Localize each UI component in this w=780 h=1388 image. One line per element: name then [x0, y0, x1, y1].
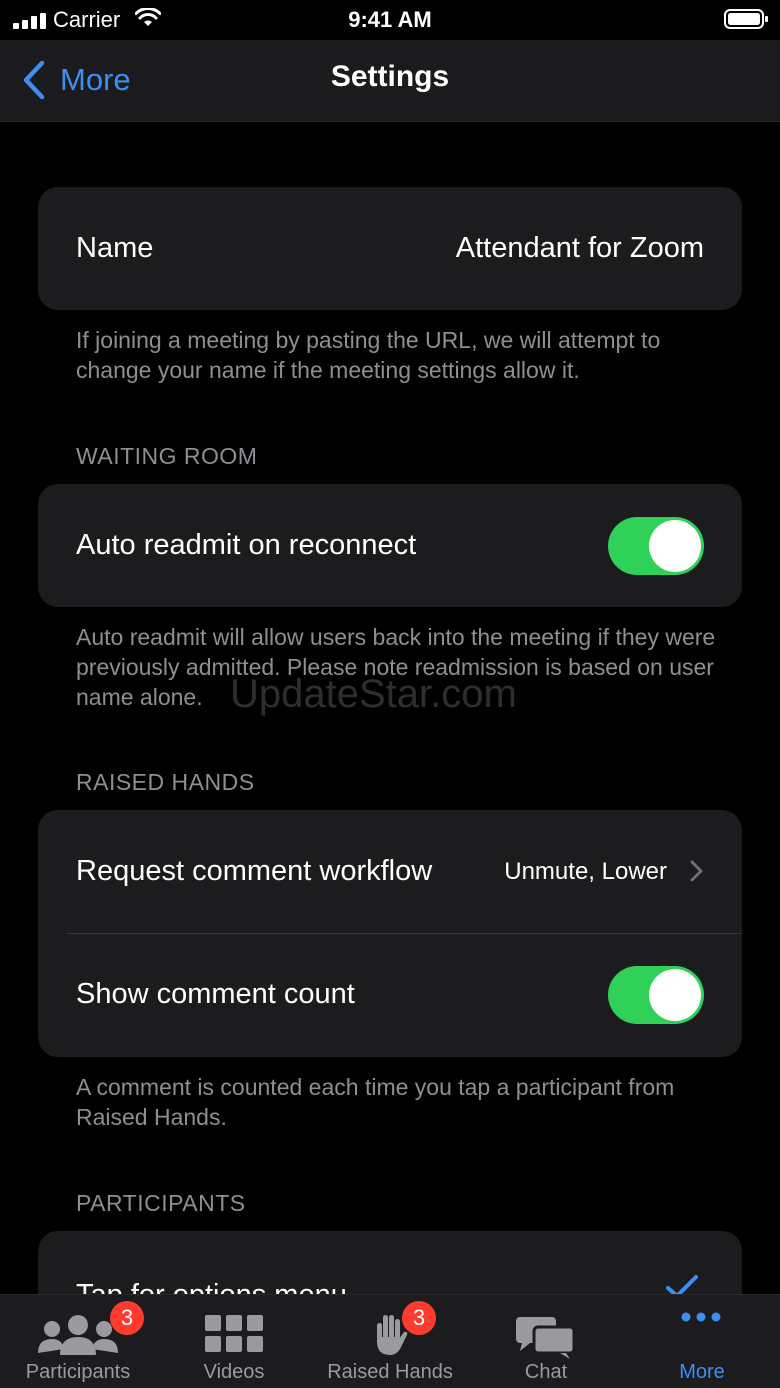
raised-hands-footer: A comment is counted each time you tap a… — [76, 1074, 675, 1130]
tab-raised-hands[interactable]: 3 Raised Hands — [312, 1295, 468, 1388]
toggle-knob — [649, 519, 701, 572]
request-comment-workflow-row[interactable]: Request comment workflow Unmute, Lower — [38, 810, 742, 933]
auto-readmit-toggle[interactable] — [608, 516, 704, 575]
tab-participants-label: Participants — [25, 1361, 131, 1383]
tab-raised-hands-label: Raised Hands — [327, 1361, 453, 1383]
battery-icon — [724, 9, 768, 29]
participants-group: Tap for options menu — [38, 1231, 742, 1294]
tab-chat[interactable]: Chat — [468, 1295, 624, 1388]
watermark: UpdateStar.com — [230, 672, 517, 716]
auto-readmit-label: Auto readmit on reconnect — [76, 529, 417, 561]
name-value: Attendant for Zoom — [455, 232, 704, 264]
tab-bar: 3 Participants Videos 3 Raised Hands Cha… — [0, 1294, 780, 1388]
show-comment-count-toggle[interactable] — [608, 965, 704, 1024]
chevron-right-icon — [690, 860, 703, 882]
raised-hand-icon — [376, 1315, 408, 1355]
chat-icon — [516, 1317, 576, 1359]
videos-grid-icon — [205, 1315, 263, 1352]
status-bar: Carrier 9:41 AM — [0, 0, 780, 40]
request-comment-workflow-label: Request comment workflow — [76, 855, 433, 887]
tap-options-menu-row[interactable]: Tap for options menu — [38, 1231, 742, 1294]
show-comment-count-label: Show comment count — [76, 978, 355, 1010]
show-comment-count-row: Show comment count — [38, 933, 742, 1056]
tab-videos[interactable]: Videos — [156, 1295, 312, 1388]
tap-options-menu-label: Tap for options menu — [76, 1279, 347, 1294]
status-time: 9:41 AM — [348, 7, 432, 32]
settings-list[interactable]: Name Attendant for Zoom If joining a mee… — [0, 122, 780, 1294]
toggle-knob — [649, 968, 701, 1021]
checkmark-icon — [666, 1275, 698, 1294]
name-label: Name — [76, 232, 154, 264]
navigation-bar: More Settings — [0, 40, 780, 122]
page-title: Settings — [330, 60, 450, 93]
raised-hands-badge: 3 — [402, 1301, 436, 1335]
name-group: Name Attendant for Zoom — [38, 187, 742, 310]
auto-readmit-row: Auto readmit on reconnect — [38, 484, 742, 607]
tab-more-label: More — [679, 1361, 725, 1383]
participants-badge: 3 — [110, 1301, 144, 1335]
section-header-participants: PARTICIPANTS — [76, 1190, 246, 1216]
name-row[interactable]: Name Attendant for Zoom — [38, 187, 742, 310]
more-dots-icon — [681, 1312, 721, 1322]
request-comment-workflow-value: Unmute, Lower — [504, 857, 667, 885]
tab-videos-label: Videos — [203, 1361, 265, 1383]
name-footer: If joining a meeting by pasting the URL,… — [76, 327, 661, 383]
waiting-room-group: Auto readmit on reconnect — [38, 484, 742, 607]
tab-chat-label: Chat — [524, 1361, 568, 1383]
tab-participants[interactable]: 3 Participants — [0, 1295, 156, 1388]
section-header-waiting-room: WAITING ROOM — [76, 443, 258, 469]
raised-hands-group: Request comment workflow Unmute, Lower S… — [38, 810, 742, 1057]
section-header-raised-hands: RAISED HANDS — [76, 769, 255, 795]
tab-more[interactable]: More — [624, 1295, 780, 1388]
